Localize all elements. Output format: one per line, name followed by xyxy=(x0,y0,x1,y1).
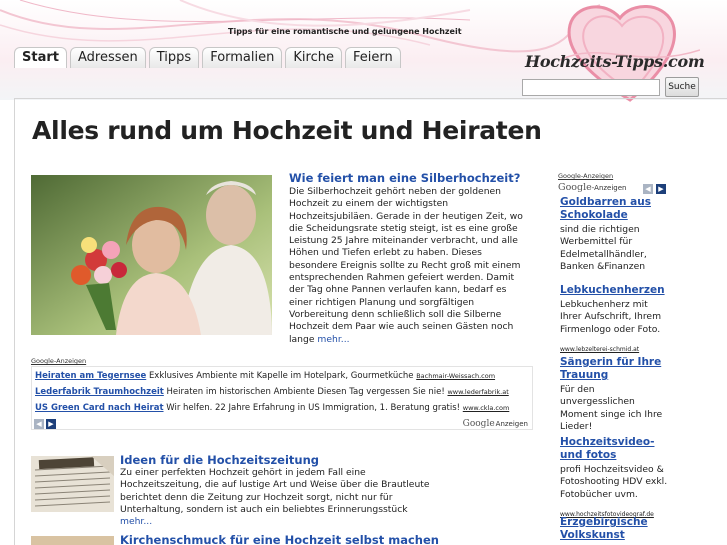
ad-url-link[interactable]: www.ckla.com xyxy=(463,404,510,412)
next-arrow-icon[interactable]: ▶ xyxy=(656,184,666,194)
tab-start[interactable]: Start xyxy=(14,47,67,68)
ad-title-link[interactable]: Heiraten am Tegernsee xyxy=(35,371,146,381)
sidebar-ad-title[interactable]: Sängerin für Ihre Trauung xyxy=(560,356,670,382)
tab-formalien[interactable]: Formalien xyxy=(202,47,283,68)
sidebar-ad-item: Sängerin für Ihre Trauung Für den unverg… xyxy=(560,356,670,433)
sidebar-ad-item: Goldbarren aus Schokolade sind die richt… xyxy=(560,196,670,273)
sidebar-ads-label[interactable]: Google-Anzeigen xyxy=(558,172,613,180)
feature-title-link[interactable]: Wie feiert man eine Silberhochzeit? xyxy=(289,171,520,185)
sidebar-ad-title[interactable]: Hochzeitsvideo- und fotos xyxy=(560,436,670,462)
sidebar-ad-title[interactable]: Goldbarren aus Schokolade xyxy=(560,196,670,222)
article-title-link[interactable]: Kirchenschmuck für eine Hochzeit selbst … xyxy=(120,533,439,545)
sidebar-ad-title[interactable]: Lebkuchenherzen xyxy=(560,284,670,297)
ad-item: US Green Card nach Heirat Wir helfen. 22… xyxy=(35,403,510,413)
ad-url-link[interactable]: Bachmair-Weissach.com xyxy=(416,372,495,380)
prev-arrow-icon[interactable]: ◀ xyxy=(643,184,653,194)
next-arrow-icon[interactable]: ▶ xyxy=(46,419,56,429)
tab-feiern[interactable]: Feiern xyxy=(344,47,401,68)
ad-item: Heiraten am Tegernsee Exklusives Ambient… xyxy=(35,371,496,381)
ads-label[interactable]: Google-Anzeigen xyxy=(31,357,86,365)
search-button[interactable]: Suche xyxy=(665,77,699,97)
feature-photo[interactable] xyxy=(31,175,272,335)
sidebar-ad-item: Hochzeitsvideo- und fotos profi Hochzeit… xyxy=(560,436,670,520)
sidebar-ad-item: Lebkuchenherzen Lebkuchenherz mit Ihrer … xyxy=(560,284,670,355)
header: Tipps für eine romantische und gelungene… xyxy=(0,0,727,102)
article-title-link[interactable]: Ideen für die Hochzeitszeitung xyxy=(120,453,319,467)
ad-title-link[interactable]: Lederfabrik Traumhochzeit xyxy=(35,387,164,397)
site-tagline: Tipps für eine romantische und gelungene… xyxy=(228,27,462,36)
sidebar-ads-header: Google-Anzeigen xyxy=(558,182,627,193)
article-text: Zu einer perfekten Hochzeit gehört in je… xyxy=(120,467,430,528)
ad-block: Heiraten am Tegernsee Exklusives Ambient… xyxy=(31,366,533,430)
ad-title-link[interactable]: US Green Card nach Heirat xyxy=(35,403,164,413)
article-more-link[interactable]: mehr... xyxy=(120,516,152,527)
sidebar-ad-title[interactable]: Erzgebirgische Volkskunst xyxy=(560,516,670,542)
prev-arrow-icon[interactable]: ◀ xyxy=(34,419,44,429)
feature-more-link[interactable]: mehr... xyxy=(317,334,349,345)
ad-item: Lederfabrik Traumhochzeit Heiraten im hi… xyxy=(35,387,509,397)
google-logo: Google xyxy=(462,419,495,429)
sidebar-ad-url[interactable]: www.lebzelterei-schmid.at xyxy=(560,346,639,353)
article-thumbnail[interactable] xyxy=(31,536,114,545)
ad-url-link[interactable]: www.lederfabrik.at xyxy=(447,388,508,396)
main-nav: Start Adressen Tipps Formalien Kirche Fe… xyxy=(14,47,401,68)
site-logo[interactable]: Hochzeits-Tipps.com xyxy=(525,52,705,71)
ads-footer[interactable]: GoogleAnzeigen xyxy=(463,419,528,429)
page-title: Alles rund um Hochzeit und Heiraten xyxy=(32,116,542,145)
tab-kirche[interactable]: Kirche xyxy=(285,47,342,68)
google-logo: Google xyxy=(558,182,592,193)
feature-text: Die Silberhochzeit gehört neben der gold… xyxy=(289,186,523,345)
sidebar-ad-item: Erzgebirgische Volkskunst xyxy=(560,516,670,542)
search-input[interactable] xyxy=(522,79,660,96)
article-thumbnail[interactable] xyxy=(31,456,114,512)
tab-adressen[interactable]: Adressen xyxy=(69,47,146,68)
tab-tipps[interactable]: Tipps xyxy=(148,47,200,68)
